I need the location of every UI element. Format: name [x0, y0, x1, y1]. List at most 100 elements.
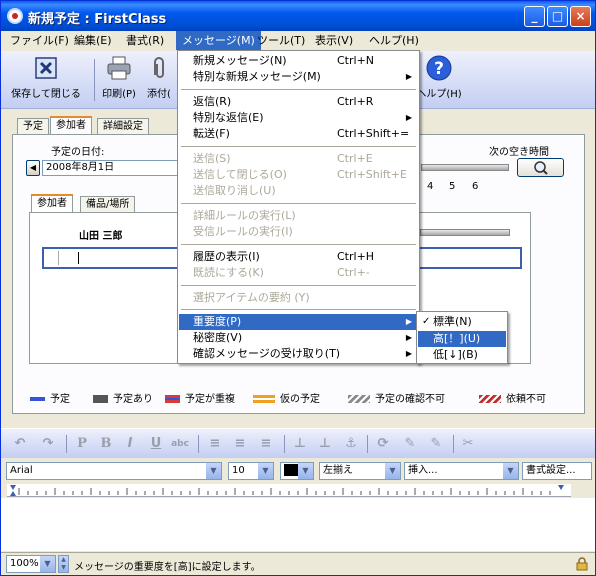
menu-separator: [181, 146, 416, 147]
menu-item-label: 秘密度(V): [193, 331, 243, 344]
print-button[interactable]: 印刷(P): [99, 55, 139, 107]
first-line-indent-marker: [10, 491, 16, 496]
time-bar: [421, 164, 509, 171]
menu-separator: [181, 309, 416, 310]
legend-item: 仮の予定: [253, 390, 320, 405]
menu-item-summarize-selection[interactable]: 選択アイテムの要約 (Y): [179, 290, 418, 306]
save-close-button[interactable]: 保存して閉じる: [7, 55, 85, 107]
pen-icon[interactable]: P: [73, 435, 91, 453]
menu-message[interactable]: メッセージ(M): [176, 31, 261, 50]
menu-item-send[interactable]: 送信(S) Ctrl+E: [179, 151, 418, 167]
menu-item-special-reply[interactable]: 特別な返信(E) ▶: [179, 110, 418, 126]
size-select[interactable]: 10 ▼: [228, 462, 274, 480]
ruler[interactable]: [7, 484, 571, 497]
paperclip-icon: [154, 57, 164, 78]
align-select[interactable]: 左揃え ▼: [319, 462, 401, 480]
left-indent-marker: [10, 485, 16, 490]
menu-item-label: 選択アイテムの要約 (Y): [193, 291, 310, 304]
submenu-arrow-icon: ▶: [405, 317, 412, 326]
style-select[interactable]: 書式設定...: [522, 462, 592, 480]
brush-icon[interactable]: ✎: [401, 435, 419, 453]
marker-icon[interactable]: ✎: [427, 435, 445, 453]
priority-high[interactable]: 高[！](U): [418, 331, 506, 347]
close-button[interactable]: ×: [570, 6, 591, 27]
maximize-button[interactable]: □: [547, 6, 568, 27]
redo-icon[interactable]: ↷: [39, 435, 57, 453]
indent-icon[interactable]: ≡: [206, 435, 224, 453]
menu-file[interactable]: ファイル(F): [4, 31, 75, 50]
title-bar[interactable]: 新規予定 : FirstClass _ □ ×: [1, 1, 595, 31]
menu-item-forward[interactable]: 転送(F) Ctrl+Shift+=: [179, 126, 418, 142]
menu-item-send-close[interactable]: 送信して閉じる(O) Ctrl+Shift+E: [179, 167, 418, 183]
font-select[interactable]: Arial ▼: [6, 462, 222, 480]
menu-item-run-detail-rules[interactable]: 詳細ルールの実行(L): [179, 208, 418, 224]
bullet-list-icon[interactable]: ≡: [257, 435, 275, 453]
message-menu: 新規メッセージ(N) Ctrl+N 特別な新規メッセージ(M) ▶ 返信(R) Ctrl+…: [177, 50, 420, 364]
menu-edit[interactable]: 編集(E): [68, 31, 118, 50]
tab-participants[interactable]: 参加者: [50, 116, 92, 136]
save-close-icon: [35, 57, 57, 79]
menu-item-sensitivity[interactable]: 秘密度(V) ▶: [179, 330, 418, 346]
zoom-spinner[interactable]: ▲ ▼: [58, 555, 69, 573]
minimize-button[interactable]: _: [524, 6, 545, 27]
zoom-select[interactable]: 100% ▼: [6, 555, 56, 573]
chevron-down-icon: ▼: [258, 463, 273, 479]
date-field[interactable]: 2008年8月1日: [42, 160, 182, 176]
legend-swatch: [93, 395, 108, 403]
insert-select[interactable]: 挿入... ▼: [404, 462, 519, 480]
message-body-editor[interactable]: [1, 498, 595, 551]
menu-item-label: 新規メッセージ(N): [193, 54, 287, 67]
participant-name: 山田 三郎: [79, 231, 123, 242]
tab-schedule[interactable]: 予定: [17, 118, 49, 135]
menu-item-priority[interactable]: 重要度(P) ▶: [179, 314, 418, 330]
menu-item-show-history[interactable]: 履歴の表示(I) Ctrl+H: [179, 249, 418, 265]
numbered-list-icon[interactable]: ≡: [231, 435, 249, 453]
menu-item-run-receive-rules[interactable]: 受信ルールの実行(I): [179, 224, 418, 240]
menu-item-label: 送信取り消し(U): [193, 184, 276, 197]
legend-swatch: [348, 395, 370, 403]
link-icon[interactable]: ⟳: [374, 435, 392, 453]
help-button[interactable]: ? ヘルプ(H): [414, 55, 464, 107]
attach-button[interactable]: 添付(: [143, 55, 175, 107]
color-swatch: [284, 464, 298, 476]
tab-details[interactable]: 詳細設定: [97, 118, 149, 135]
next-free-time-label: 次の空き時間: [489, 147, 549, 158]
menu-item-label: 特別な新規メッセージ(M): [193, 70, 321, 83]
priority-normal[interactable]: ✓ 標準(N): [418, 314, 506, 330]
menu-item-shortcut: Ctrl+-: [337, 266, 370, 279]
priority-low[interactable]: 低[↓](B): [418, 347, 506, 363]
prev-date-button[interactable]: ◀: [26, 160, 40, 176]
chevron-down-icon: ▼: [385, 463, 400, 479]
find-free-time-button[interactable]: [517, 158, 564, 177]
menu-item-unsend[interactable]: 送信取り消し(U): [179, 183, 418, 199]
tab-resources[interactable]: 備品/場所: [80, 196, 136, 213]
menu-item-receipt[interactable]: 確認メッセージの受け取り(T) ▶: [179, 346, 418, 362]
spellcheck-icon[interactable]: ✂: [459, 435, 477, 453]
menu-item-special-new-message[interactable]: 特別な新規メッセージ(M) ▶: [179, 69, 418, 85]
app-icon: [7, 8, 23, 24]
menu-item-mark-read[interactable]: 既読にする(K) Ctrl+-: [179, 265, 418, 281]
menu-item-label: 確認メッセージの受け取り(T): [193, 347, 341, 360]
menu-item-new-message[interactable]: 新規メッセージ(N) Ctrl+N: [179, 53, 418, 69]
input-divider: [58, 251, 59, 265]
underline-icon[interactable]: U: [147, 435, 165, 453]
anchor-icon[interactable]: ⚓: [342, 435, 360, 453]
italic-icon[interactable]: I: [121, 435, 139, 453]
tab-attendees[interactable]: 参加者: [31, 194, 73, 213]
color-select[interactable]: ▼: [280, 462, 314, 480]
legend-item: 予定の確認不可: [348, 390, 445, 405]
submenu-arrow-icon: ▶: [405, 113, 412, 122]
line-icon[interactable]: ⊥: [316, 435, 334, 453]
menu-help[interactable]: ヘルプ(H): [363, 31, 425, 50]
menu-format[interactable]: 書式(R): [120, 31, 170, 50]
bold-icon[interactable]: B: [97, 435, 115, 453]
submenu-arrow-icon: ▶: [405, 333, 412, 342]
strikethrough-icon[interactable]: abc: [171, 435, 189, 453]
menu-tools[interactable]: ツール(T): [251, 31, 311, 50]
undo-icon[interactable]: ↶: [11, 435, 29, 453]
chevron-down-icon: ▼: [40, 556, 55, 572]
menu-item-reply[interactable]: 返信(R) Ctrl+R: [179, 94, 418, 110]
format-selects: Arial ▼ 10 ▼ ▼ 左揃え ▼ 挿入... ▼ 書式設定...: [1, 460, 595, 482]
menu-view[interactable]: 表示(V): [309, 31, 359, 50]
table-icon[interactable]: ⊥: [291, 435, 309, 453]
